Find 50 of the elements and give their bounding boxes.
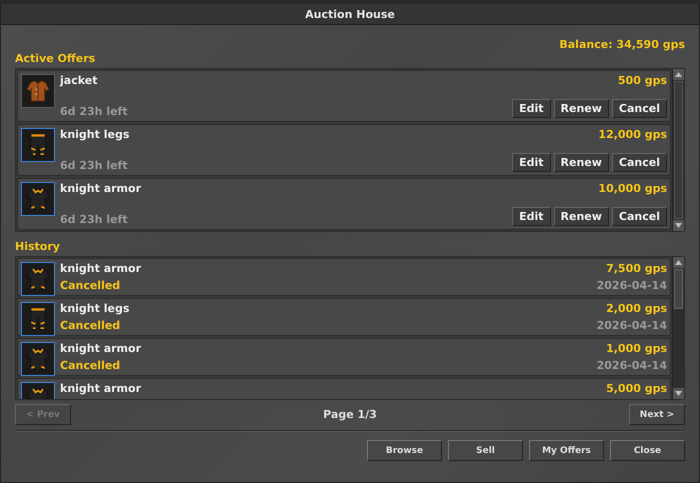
item-name: knight legs bbox=[60, 302, 130, 315]
time-left: 6d 23h left bbox=[60, 105, 128, 118]
next-button[interactable]: Next > bbox=[629, 404, 685, 425]
scroll-thumb[interactable] bbox=[674, 81, 683, 219]
item-date: 2026-04-14 bbox=[596, 279, 667, 292]
window-title: Auction House bbox=[1, 4, 699, 25]
item-name: knight armor bbox=[60, 182, 142, 195]
item-price: 5,000 gps bbox=[606, 382, 667, 395]
footer-button[interactable]: Close bbox=[610, 440, 685, 461]
offer-action-button[interactable]: Edit bbox=[512, 153, 551, 172]
item-name: knight armor bbox=[60, 342, 142, 355]
status-text: Cancelled bbox=[60, 279, 120, 292]
scroll-thumb[interactable] bbox=[674, 269, 683, 309]
offer-action-button[interactable]: Renew bbox=[554, 99, 609, 118]
offer-action-button[interactable]: Renew bbox=[554, 207, 609, 226]
section-heading: History bbox=[15, 240, 61, 253]
item-price: 500 gps bbox=[618, 74, 667, 87]
footer-button[interactable]: My Offers bbox=[529, 440, 604, 461]
status-text: Cancelled bbox=[60, 319, 120, 332]
scroll-down-arrow[interactable] bbox=[673, 220, 684, 231]
item-date: 2026-04-14 bbox=[596, 359, 667, 372]
footer-button[interactable]: Sell bbox=[448, 440, 523, 461]
page-indicator: Page 1/3 bbox=[323, 408, 377, 421]
time-left: 6d 23h left bbox=[60, 213, 128, 226]
offer-action-button[interactable]: Edit bbox=[512, 207, 551, 226]
item-name: knight armor bbox=[60, 262, 142, 275]
item-price: 1,000 gps bbox=[606, 342, 667, 355]
item-price: 7,500 gps bbox=[606, 262, 667, 275]
footer-button[interactable]: Browse bbox=[367, 440, 442, 461]
item-name: knight legs bbox=[60, 128, 130, 141]
offer-action-button[interactable]: Edit bbox=[512, 99, 551, 118]
item-price: 10,000 gps bbox=[598, 182, 667, 195]
offer-action-button[interactable]: Renew bbox=[554, 153, 609, 172]
item-name: jacket bbox=[60, 74, 98, 87]
scroll-up-arrow[interactable] bbox=[673, 257, 684, 268]
offer-action-button[interactable]: Cancel bbox=[612, 99, 667, 118]
status-text: Cancelled bbox=[60, 359, 120, 372]
section-heading: Active Offers bbox=[15, 52, 96, 65]
scrollbar[interactable] bbox=[672, 257, 684, 399]
item-name: knight armor bbox=[60, 382, 142, 395]
scroll-up-arrow[interactable] bbox=[673, 69, 684, 80]
scroll-down-arrow[interactable] bbox=[673, 388, 684, 399]
item-price: 12,000 gps bbox=[598, 128, 667, 141]
item-date: 2026-04-14 bbox=[596, 319, 667, 332]
offer-action-button[interactable]: Cancel bbox=[612, 153, 667, 172]
offer-action-button[interactable]: Cancel bbox=[612, 207, 667, 226]
scrollbar[interactable] bbox=[672, 69, 684, 231]
time-left: 6d 23h left bbox=[60, 159, 128, 172]
balance-text: Balance: 34,590 gps bbox=[559, 38, 685, 51]
item-price: 2,000 gps bbox=[606, 302, 667, 315]
